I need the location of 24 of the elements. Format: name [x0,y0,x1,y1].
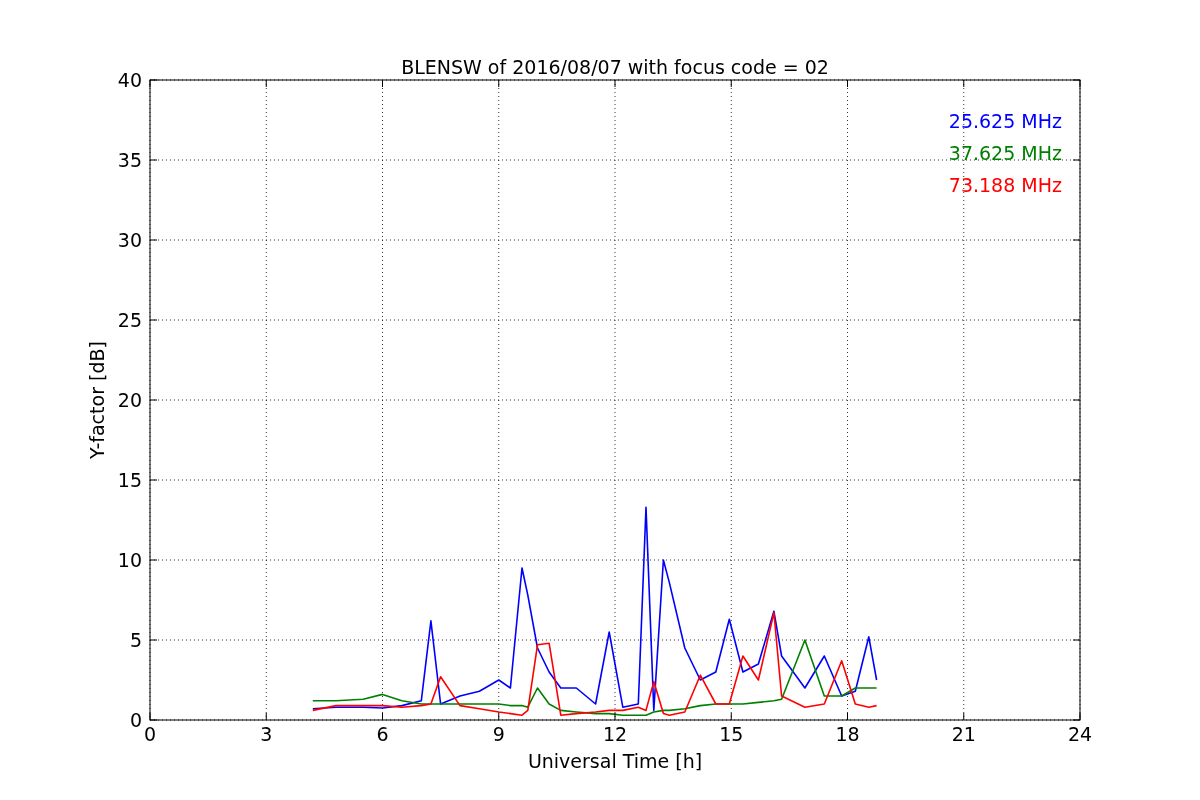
y-axis-label: Y-factor [dB] [86,341,108,459]
y-tick-label: 40 [117,69,142,91]
y-tick-label: 5 [129,629,142,651]
chart-title: BLENSW of 2016/08/07 with focus code = 02 [401,56,829,78]
x-tick-label: 3 [260,723,273,745]
legend-label: 37.625 MHz [948,142,1062,164]
x-tick-label: 21 [951,723,976,745]
x-tick-label: 24 [1067,723,1093,745]
legend-label: 73.188 MHz [948,174,1062,196]
x-tick-label: 15 [719,723,744,745]
y-tick-label: 20 [117,389,142,411]
legend-label: 25.625 MHz [948,110,1062,132]
x-tick-label: 18 [835,723,860,745]
x-tick-label: 0 [143,723,157,745]
y-tick-label: 35 [117,149,142,171]
x-tick-label: 12 [602,723,628,745]
y-tick-label: 10 [117,549,142,571]
x-tick-label: 6 [376,723,389,745]
x-axis-label: Universal Time [h] [527,750,703,772]
x-tick-label: 9 [492,723,505,745]
y-tick-label: 25 [117,309,142,331]
y-tick-label: 0 [129,709,142,731]
y-tick-label: 15 [117,469,142,491]
y-tick-label: 30 [117,229,142,251]
